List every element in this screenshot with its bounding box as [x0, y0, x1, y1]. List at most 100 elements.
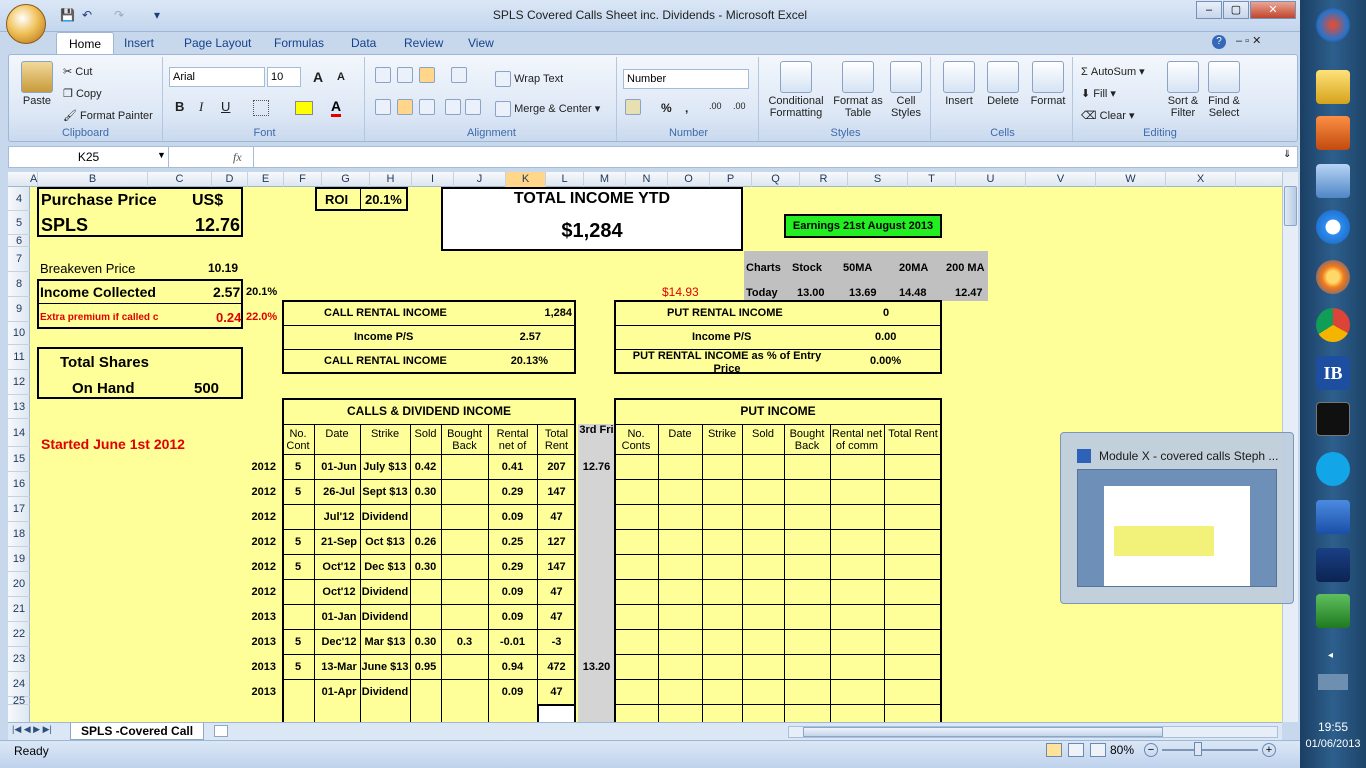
row-header[interactable]: 23	[8, 647, 30, 672]
column-header[interactable]: V	[1026, 172, 1096, 187]
insert-cells-button[interactable]: Insert	[939, 61, 979, 107]
minimize-button[interactable]: ‒	[1196, 1, 1222, 19]
column-header[interactable]: A	[30, 172, 38, 187]
redo-icon[interactable]: ↷	[114, 8, 124, 22]
underline-button[interactable]: U	[221, 99, 230, 114]
autosum-button[interactable]: Σ AutoSum ▾	[1081, 65, 1145, 78]
paste-button[interactable]: Paste	[15, 61, 59, 107]
column-header[interactable]: X	[1166, 172, 1236, 187]
maximize-button[interactable]: ▢	[1223, 1, 1249, 19]
row-header[interactable]: 22	[8, 622, 30, 647]
shrink-font-button[interactable]: A	[337, 71, 345, 83]
zoom-slider[interactable]	[1162, 749, 1258, 751]
ribbon-minimize-icon[interactable]: ‒ ▫ ✕	[1236, 34, 1261, 47]
expand-formula-bar-icon[interactable]: ⇓	[1283, 149, 1291, 160]
decrease-decimal-button[interactable]: .00	[733, 101, 746, 111]
window-preview-popup[interactable]: Module X - covered calls Steph ...	[1060, 432, 1294, 604]
row-header[interactable]: 12	[8, 370, 30, 395]
font-name-select[interactable]: Arial	[169, 67, 265, 87]
copy-button[interactable]: ❐ Copy	[63, 87, 102, 100]
undo-icon[interactable]: ↶	[82, 8, 92, 22]
column-header[interactable]: P	[710, 172, 752, 187]
column-header[interactable]: H	[370, 172, 412, 187]
tray-icons[interactable]	[1318, 674, 1348, 690]
formula-input[interactable]	[253, 147, 1283, 167]
skype-icon[interactable]	[1316, 452, 1350, 486]
firefox-icon[interactable]	[1316, 260, 1350, 294]
align-left-icon[interactable]	[375, 99, 391, 115]
format-painter-button[interactable]: 🖌 Format Painter	[63, 109, 153, 122]
borders-icon[interactable]	[253, 100, 269, 116]
trading-app-icon[interactable]	[1316, 402, 1350, 436]
row-header[interactable]: 17	[8, 497, 30, 522]
column-header[interactable]: R	[800, 172, 848, 187]
row-header[interactable]: 10	[8, 322, 30, 345]
internet-explorer-icon[interactable]	[1316, 210, 1350, 244]
start-button[interactable]	[1316, 8, 1350, 42]
bold-button[interactable]: B	[175, 99, 184, 114]
column-header[interactable]: K	[506, 172, 546, 187]
column-header[interactable]: G	[322, 172, 370, 187]
decrease-indent-icon[interactable]	[445, 99, 461, 115]
column-header[interactable]: S	[848, 172, 908, 187]
tab-view[interactable]: View	[468, 32, 494, 54]
row-header[interactable]: 24	[8, 672, 30, 697]
delete-cells-button[interactable]: Delete	[983, 61, 1023, 107]
row-header[interactable]: 21	[8, 597, 30, 622]
row-header[interactable]: 20	[8, 572, 30, 597]
italic-button[interactable]: I	[199, 99, 203, 115]
tab-data[interactable]: Data	[351, 32, 376, 54]
percent-button[interactable]: %	[661, 101, 672, 115]
row-header[interactable]: 19	[8, 547, 30, 572]
row-header[interactable]: 7	[8, 247, 30, 272]
remote-desktop-icon[interactable]	[1316, 164, 1350, 198]
word-icon[interactable]	[1316, 500, 1350, 534]
column-header[interactable]: L	[546, 172, 584, 187]
increase-indent-icon[interactable]	[465, 99, 481, 115]
sheet-nav-icon[interactable]: |◀ ◀ ▶ ▶|	[12, 724, 52, 735]
explorer-icon[interactable]	[1316, 70, 1350, 104]
fill-color-icon[interactable]	[295, 101, 313, 115]
row-header[interactable]: 6	[8, 235, 30, 247]
page-layout-view-icon[interactable]	[1068, 743, 1084, 757]
row-header[interactable]: 13	[8, 395, 30, 419]
cell-styles-button[interactable]: Cell Styles	[885, 61, 927, 119]
chrome-icon[interactable]	[1316, 308, 1350, 342]
column-header[interactable]: B	[38, 172, 148, 187]
tray-expand-icon[interactable]: ◂	[1328, 650, 1333, 661]
grow-font-button[interactable]: A	[313, 69, 323, 85]
row-header[interactable]: 14	[8, 419, 30, 447]
clock-time[interactable]: 19:55	[1300, 720, 1366, 734]
align-right-icon[interactable]	[419, 99, 435, 115]
align-top-icon[interactable]	[375, 67, 391, 83]
clock-date[interactable]: 01/06/2013	[1300, 738, 1366, 750]
tab-insert[interactable]: Insert	[124, 32, 154, 54]
number-format-select[interactable]: Number	[623, 69, 749, 89]
currency-icon[interactable]	[625, 99, 641, 115]
column-header[interactable]: Q	[752, 172, 800, 187]
row-header[interactable]: 4	[8, 187, 30, 211]
align-center-icon[interactable]	[397, 99, 413, 115]
row-header[interactable]: 18	[8, 522, 30, 547]
column-header[interactable]: E	[248, 172, 284, 187]
column-header[interactable]: C	[148, 172, 212, 187]
format-cells-button[interactable]: Format	[1027, 61, 1069, 107]
column-header[interactable]: N	[626, 172, 668, 187]
column-header[interactable]: O	[668, 172, 710, 187]
close-button[interactable]: ✕	[1250, 1, 1296, 19]
media-player-icon[interactable]	[1316, 116, 1350, 150]
insert-sheet-icon[interactable]	[214, 725, 228, 737]
tab-home[interactable]: Home	[56, 32, 115, 54]
column-header[interactable]: J	[454, 172, 506, 187]
horizontal-scrollbar[interactable]	[788, 726, 1278, 738]
cut-button[interactable]: ✂ Cut	[63, 65, 92, 78]
align-bottom-icon[interactable]	[419, 67, 435, 83]
column-header[interactable]: F	[284, 172, 322, 187]
row-header[interactable]: 5	[8, 211, 30, 235]
insert-function-button[interactable]: fx	[233, 150, 242, 165]
merge-center-button[interactable]: Merge & Center ▾	[495, 101, 600, 117]
row-header[interactable]: 8	[8, 272, 30, 297]
clear-button[interactable]: ⌫ Clear ▾	[1081, 109, 1135, 122]
column-header[interactable]: I	[412, 172, 454, 187]
zoom-level[interactable]: 80%	[1110, 743, 1134, 757]
